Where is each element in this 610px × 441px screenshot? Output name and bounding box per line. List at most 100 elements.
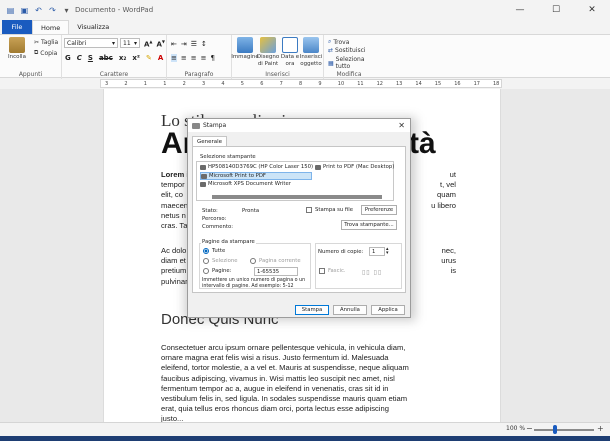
- line-spacing-icon[interactable]: ↕: [201, 40, 207, 48]
- printer-item[interactable]: Print to PDF (Mac Desktop): [315, 164, 394, 170]
- text-line: faucibus adipiscing, vivamus in. Wisi ma…: [161, 373, 395, 383]
- printer-item-selected[interactable]: Microsoft Print to PDF: [200, 172, 312, 180]
- paste-icon: [9, 37, 25, 53]
- copy-button[interactable]: ⧉ Copia: [34, 49, 57, 57]
- tab-file[interactable]: File: [2, 20, 32, 34]
- chevron-down-icon: ▾: [133, 39, 137, 47]
- minimize-button[interactable]: —: [502, 0, 538, 20]
- tab-view[interactable]: Visualizza: [69, 20, 117, 34]
- insert-object-label: Inserisci oggetto: [299, 54, 323, 67]
- justify-icon[interactable]: ≡: [201, 54, 207, 62]
- customize-dropdown-icon[interactable]: ▾: [62, 6, 71, 15]
- zoom-out-icon[interactable]: −: [526, 424, 533, 433]
- printer-icon: [192, 122, 200, 129]
- zoom-slider[interactable]: [534, 429, 594, 431]
- ruler-tick-label: 15: [434, 81, 442, 87]
- undo-icon[interactable]: ↶: [34, 6, 43, 15]
- location-label: Percorso:: [202, 216, 227, 222]
- insert-datetime-label: Data e ora: [280, 54, 300, 67]
- font-size-select[interactable]: 11 ▾: [120, 38, 140, 48]
- find-printer-button[interactable]: Trova stampante...: [341, 220, 397, 230]
- current-page-radio[interactable]: Pagina corrente: [250, 258, 301, 264]
- paragraph-2-right: nec, urus is: [426, 246, 456, 277]
- italic-icon[interactable]: C: [77, 54, 82, 62]
- insert-object-button[interactable]: Inserisci oggetto: [300, 37, 322, 67]
- redo-icon[interactable]: ↷: [48, 6, 57, 15]
- ruler-tick-label: 1: [143, 81, 147, 87]
- taskbar: [0, 436, 610, 441]
- selection-label: Selezione: [212, 258, 238, 264]
- align-right-icon[interactable]: ≡: [191, 54, 197, 62]
- printer-item[interactable]: HP508140D3769C (HP Color Laser 150): [200, 164, 313, 170]
- pages-input[interactable]: 1-65535: [254, 267, 298, 276]
- dialog-close-icon[interactable]: ✕: [398, 121, 405, 130]
- selection-radio[interactable]: Selezione: [203, 258, 237, 264]
- close-button[interactable]: ✕: [574, 0, 610, 20]
- preferences-button[interactable]: Preferenze: [361, 205, 397, 215]
- radio-button: [250, 258, 256, 264]
- print-button[interactable]: Stampa: [295, 305, 329, 315]
- copies-label: Numero di copie:: [318, 249, 364, 255]
- maximize-button[interactable]: ☐: [538, 0, 574, 20]
- text-line: t, vel: [439, 180, 456, 190]
- increase-indent-icon[interactable]: ⇥: [181, 40, 187, 48]
- paragraph-icon[interactable]: ¶: [211, 54, 215, 62]
- comment-label: Commento:: [202, 224, 233, 230]
- decrease-indent-icon[interactable]: ⇤: [171, 40, 177, 48]
- apply-button[interactable]: Applica: [371, 305, 405, 315]
- strikethrough-icon[interactable]: abc: [99, 54, 113, 62]
- tab-home[interactable]: Home: [32, 20, 70, 34]
- cut-button[interactable]: ✂ Taglia: [34, 39, 58, 46]
- zoom-in-icon[interactable]: +: [597, 424, 604, 433]
- collate-checkbox[interactable]: Fascic.: [319, 268, 346, 274]
- align-center-icon[interactable]: ≡: [181, 54, 187, 62]
- insert-image-button[interactable]: Immagine: [231, 37, 259, 61]
- highlight-icon[interactable]: ✎: [146, 54, 152, 62]
- paint-icon: [260, 37, 276, 53]
- copy-label: Copia: [40, 49, 58, 57]
- copies-input[interactable]: 1: [369, 247, 385, 256]
- text-line: ut: [449, 170, 456, 179]
- text-line: quam: [437, 190, 456, 200]
- printer-list-scrollbar[interactable]: [212, 195, 382, 199]
- zoom-slider-handle[interactable]: [553, 425, 557, 434]
- subscript-icon[interactable]: x₂: [119, 54, 127, 62]
- save-icon[interactable]: ▣: [20, 6, 29, 15]
- text-line: Consectetuer arcu ipsum ornare pellentes…: [161, 343, 406, 352]
- radio-button: [203, 248, 209, 254]
- find-button[interactable]: ⌕ Trova: [328, 38, 349, 46]
- radio-button: [203, 258, 209, 264]
- collate-pages-icon: ▯▯ ▯▯: [362, 269, 383, 276]
- replace-button[interactable]: ⇄ Sostituisci: [328, 47, 366, 54]
- image-icon: [237, 37, 253, 53]
- copies-spinner-icon[interactable]: ▴ ▾: [386, 247, 389, 256]
- align-left-icon[interactable]: ≡: [171, 54, 177, 62]
- checkbox-box: [319, 268, 325, 274]
- paragraph-group-label: Paragrafo: [184, 71, 214, 78]
- pages-radio[interactable]: Pagine:: [203, 268, 231, 274]
- insert-datetime-button[interactable]: Data e ora: [280, 37, 300, 67]
- paste-button[interactable]: Incolla: [6, 37, 28, 61]
- clipboard-group: Incolla ✂ Taglia ⧉ Copia Appunti: [0, 35, 62, 79]
- text-line: eleifend, tortor molestie, a a vel et. M…: [161, 363, 409, 373]
- font-group-label: Carattere: [99, 71, 129, 78]
- print-to-file-checkbox[interactable]: Stampa su file: [306, 207, 353, 213]
- superscript-icon[interactable]: x²: [132, 54, 140, 62]
- select-all-button[interactable]: ▦ Seleziona tutto: [328, 56, 374, 70]
- underline-icon[interactable]: S: [88, 54, 93, 62]
- calendar-icon: [282, 37, 298, 53]
- font-family-select[interactable]: Calibri ▾: [64, 38, 118, 48]
- ruler[interactable]: 3 2 1 1 2 3 4 5 6 7 8 9 10 11 12 13 14 15 16 17 18: [100, 79, 502, 88]
- text-line: is: [450, 266, 456, 276]
- font-color-icon[interactable]: A: [158, 54, 163, 62]
- all-pages-radio[interactable]: Tutte: [203, 248, 225, 254]
- list-icon[interactable]: ☰: [191, 40, 197, 48]
- insert-paint-button[interactable]: Disegno di Paint: [257, 37, 279, 67]
- printer-item[interactable]: Microsoft XPS Document Writer: [200, 181, 291, 187]
- ruler-tick-label: 12: [376, 81, 383, 87]
- text-line: u libero: [431, 200, 456, 210]
- shrink-font-icon[interactable]: A▼: [157, 39, 166, 48]
- cancel-button[interactable]: Annulla: [333, 305, 367, 315]
- grow-font-icon[interactable]: A▲: [144, 39, 153, 48]
- bold-icon[interactable]: G: [65, 54, 71, 62]
